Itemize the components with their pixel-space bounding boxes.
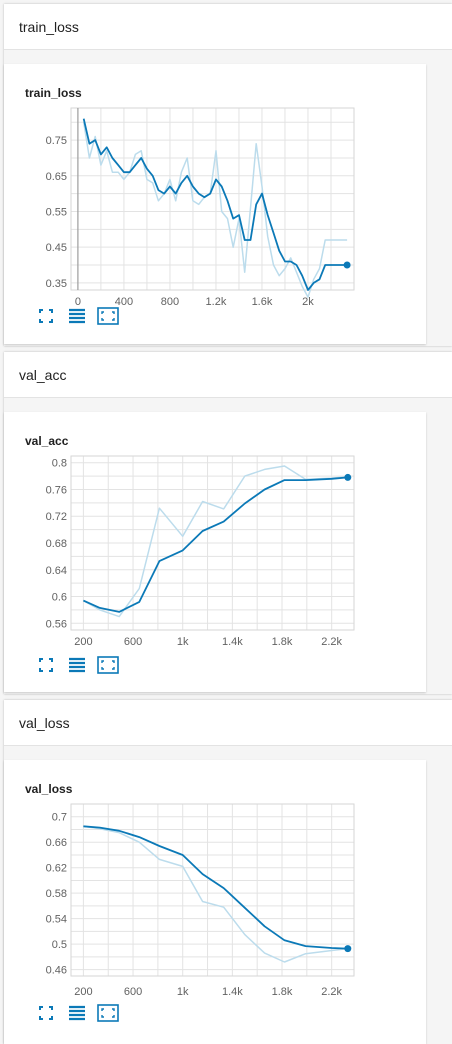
section-body: val_acc 0.56 0.6 0.64 0.68 0.72 0.76 0.8 200 600… (4, 398, 452, 694)
y-tick-label: 0.72 (46, 511, 67, 523)
x-tick-label: 1.6k (252, 296, 273, 308)
y-tick-label: 0.64 (46, 565, 67, 577)
chart-card: val_loss 0.46 0.5 0.54 0.58 0.62 0.66 0.7 200 60… (4, 760, 426, 1044)
x-tick-label: 1.8k (272, 986, 293, 998)
smoothed-series-line (83, 825, 348, 950)
chart-toolbar (34, 655, 127, 675)
section-title[interactable]: val_acc (4, 352, 452, 398)
train-loss-chart[interactable]: 0.350.450.550.650.750 400 800 1.2k 1.6k 2k (4, 64, 426, 344)
y-tick-label: 0.76 (46, 484, 67, 496)
section-train-loss: train_loss train_loss 0.35 0.45 0.55 0.65 0.… (4, 4, 452, 346)
section-title[interactable]: val_loss (4, 700, 452, 746)
chart-card: val_acc 0.56 0.6 0.64 0.68 0.72 0.76 0.8 200 600… (4, 412, 426, 692)
x-tick-label: 1.4k (222, 636, 243, 648)
y-tick-label: 0.55 (46, 206, 67, 218)
x-tick-label: 1.8k (272, 636, 293, 648)
y-tick-label: 0.65 (46, 171, 67, 183)
expand-corners-icon[interactable] (34, 655, 58, 675)
last-point-marker (344, 945, 352, 953)
y-tick-label: 0.58 (46, 888, 67, 900)
x-tick-label: 200 (74, 636, 92, 648)
fit-domain-icon[interactable] (96, 306, 120, 326)
x-tick-label: 2.2k (321, 986, 342, 998)
x-tick-label: 800 (161, 296, 179, 308)
y-tick-label: 0.6 (52, 592, 67, 604)
last-point-marker (344, 473, 352, 481)
section-val-loss: val_loss val_loss 0.46 0.5 0.54 0.58 0.62 0.6… (4, 700, 452, 1044)
expand-corners-icon[interactable] (34, 306, 58, 326)
val-acc-chart[interactable]: 0.56 0.6 0.64 0.68 0.72 0.76 0.8 200 600 1k 1.4k 1.… (4, 412, 426, 692)
chart-toolbar (34, 1003, 127, 1023)
y-tick-label: 0.45 (46, 242, 67, 254)
plot-border (70, 107, 355, 291)
y-tick-label: 0.66 (46, 837, 67, 849)
chart-toolbar (34, 306, 127, 326)
raw-series-line (83, 825, 348, 963)
raw-series-line (83, 465, 348, 618)
x-tick-label: 600 (124, 986, 142, 998)
y-tick-label: 0.5 (52, 939, 67, 951)
list-lines-icon[interactable] (65, 655, 89, 675)
section-val-acc: val_acc val_acc 0.56 0.6 0.64 0.68 0.72 0.76 0… (4, 352, 452, 694)
x-tick-label: 1.2k (206, 296, 227, 308)
x-tick-label: 1.4k (222, 986, 243, 998)
expand-corners-icon[interactable] (34, 1003, 58, 1023)
smoothed-series-line (83, 476, 348, 613)
y-tick-label: 0.46 (46, 965, 67, 977)
list-lines-icon[interactable] (65, 306, 89, 326)
x-tick-label: 2.2k (321, 636, 342, 648)
y-tick-label: 0.62 (46, 863, 67, 875)
x-tick-label: 1k (177, 986, 189, 998)
y-tick-label: 0.8 (52, 458, 67, 470)
y-tick-label: 0.68 (46, 538, 67, 550)
x-tick-label: 200 (74, 986, 92, 998)
section-body: train_loss 0.35 0.45 0.55 0.65 0.75 0 400 800 1.… (4, 50, 452, 346)
list-lines-icon[interactable] (65, 1003, 89, 1023)
section-title[interactable]: train_loss (4, 4, 452, 50)
fit-domain-icon[interactable] (96, 655, 120, 675)
section-body: val_loss 0.46 0.5 0.54 0.58 0.62 0.66 0.7 200 60… (4, 746, 452, 1044)
x-tick-label: 600 (124, 636, 142, 648)
last-point-marker (343, 261, 351, 269)
x-tick-label: 1k (177, 636, 189, 648)
fit-domain-icon[interactable] (96, 1003, 120, 1023)
y-tick-label: 0.56 (46, 618, 67, 630)
y-tick-label: 0.35 (46, 278, 67, 290)
y-tick-label: 0.7 (52, 812, 67, 824)
y-tick-label: 0.75 (46, 135, 67, 147)
chart-card: train_loss 0.35 0.45 0.55 0.65 0.75 0 400 800 1.… (4, 64, 426, 344)
val-loss-chart[interactable]: 0.46 0.5 0.54 0.58 0.62 0.66 0.7 200 600 1k 1.4k 1.… (4, 760, 426, 1044)
y-tick-label: 0.54 (46, 914, 67, 926)
